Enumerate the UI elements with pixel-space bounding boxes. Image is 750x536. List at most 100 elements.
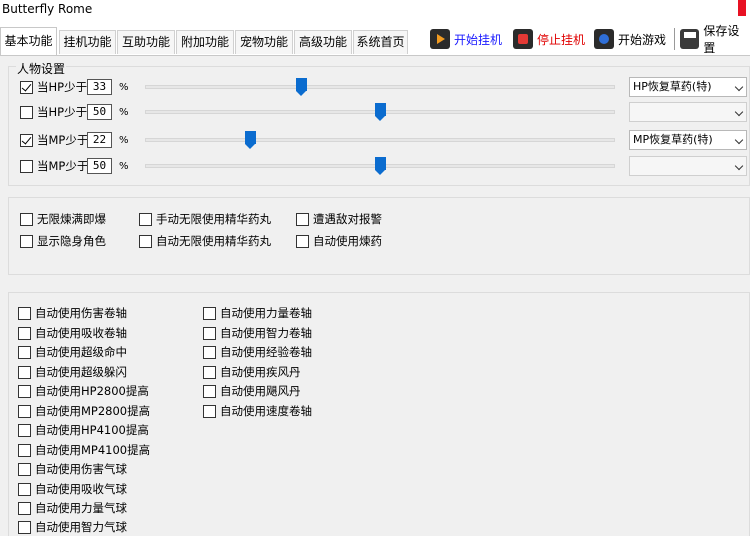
stop-icon (513, 29, 533, 49)
auto-item-label: 自动使用力量气球 (35, 501, 127, 515)
auto-item-checkbox[interactable] (18, 444, 31, 457)
auto-item-label: 自动使用超级命中 (35, 345, 127, 359)
option-checkbox[interactable] (296, 235, 309, 248)
auto-item-label: 自动使用智力卷轴 (220, 326, 312, 340)
hp-row-2-slider-thumb[interactable] (375, 103, 386, 121)
auto-item-checkbox[interactable] (203, 405, 216, 418)
hp-row-1-unit: % (119, 82, 129, 93)
auto-item-label: 自动使用吸收气球 (35, 482, 127, 496)
tab-advanced[interactable]: 高级功能 (294, 30, 352, 54)
auto-item-label: 自动使用MP2800提高 (35, 404, 151, 418)
tab-home[interactable]: 系统首页 (353, 30, 408, 54)
hp-row-1-slider[interactable] (145, 85, 615, 89)
chevron-down-icon (734, 82, 744, 92)
auto-item-label: 自动使用飓风丹 (220, 384, 301, 398)
auto-item-label: 自动使用速度卷轴 (220, 404, 312, 418)
mp-row-2-slider-thumb[interactable] (375, 157, 386, 175)
tab-pet[interactable]: 宠物功能 (235, 30, 293, 54)
auto-item-checkbox[interactable] (18, 307, 31, 320)
mp-row-2-value[interactable]: 50 (87, 158, 112, 174)
auto-item-checkbox[interactable] (18, 502, 31, 515)
mp-row-2-select[interactable] (629, 156, 747, 176)
option-checkbox[interactable] (139, 213, 152, 226)
auto-item-checkbox[interactable] (203, 307, 216, 320)
option-label: 手动无限使用精华药丸 (156, 212, 271, 226)
auto-item-label: 自动使用HP2800提高 (35, 384, 149, 398)
auto-item-checkbox[interactable] (18, 424, 31, 437)
auto-item-label: 自动使用力量卷轴 (220, 306, 312, 320)
option-checkbox[interactable] (296, 213, 309, 226)
mp-row-1-slider[interactable] (145, 138, 615, 142)
mp-row-1-checkbox[interactable] (20, 134, 33, 147)
auto-item-checkbox[interactable] (203, 346, 216, 359)
auto-item-label: 自动使用超级躲闪 (35, 365, 127, 379)
mp-row-1-label: 当MP少于 (37, 133, 89, 147)
save-icon (679, 29, 700, 49)
option-checkbox[interactable] (20, 235, 33, 248)
chevron-down-icon (734, 161, 744, 171)
option-label: 无限煉满即爆 (37, 212, 106, 226)
option-checkbox[interactable] (139, 235, 152, 248)
option-label: 自动使用煉药 (313, 234, 382, 248)
tab-extra[interactable]: 附加功能 (176, 30, 234, 54)
hp-row-1-label: 当HP少于 (37, 80, 88, 94)
start-game-button[interactable]: 开始游戏 (594, 26, 666, 52)
auto-item-label: 自动使用智力气球 (35, 520, 127, 534)
hp-row-1-select[interactable]: HP恢复草药(特) (629, 77, 747, 97)
auto-item-checkbox[interactable] (18, 463, 31, 476)
tab-basic[interactable]: 基本功能 (0, 27, 57, 55)
hp-row-2-checkbox[interactable] (20, 106, 33, 119)
hp-row-1-checkbox[interactable] (20, 81, 33, 94)
hp-row-2-unit: % (119, 107, 129, 118)
auto-item-label: 自动使用吸收卷轴 (35, 326, 127, 340)
auto-item-checkbox[interactable] (18, 385, 31, 398)
chevron-down-icon (734, 107, 744, 117)
option-label: 自动无限使用精华药丸 (156, 234, 271, 248)
hp-row-2-select[interactable] (629, 102, 747, 122)
start-hang-button[interactable]: 开始挂机 (430, 26, 502, 52)
auto-item-checkbox[interactable] (18, 521, 31, 534)
auto-item-checkbox[interactable] (18, 405, 31, 418)
start-hang-label: 开始挂机 (454, 32, 503, 47)
auto-item-checkbox[interactable] (18, 346, 31, 359)
hp-row-2-value[interactable]: 50 (87, 104, 112, 120)
game-icon (594, 29, 614, 49)
play-icon (430, 29, 450, 49)
mp-row-1-select[interactable]: MP恢复草药(特) (629, 130, 747, 150)
option-checkbox[interactable] (20, 213, 33, 226)
save-settings-button[interactable]: 保存设置 (674, 24, 750, 55)
save-settings-label: 保存设置 (703, 24, 740, 55)
mp-row-1-value[interactable]: 22 (87, 132, 112, 148)
stop-hang-label: 停止挂机 (537, 32, 586, 47)
auto-item-label: 自动使用HP4100提高 (35, 423, 149, 437)
toolbar-separator (674, 28, 675, 50)
tab-mutual[interactable]: 互助功能 (117, 30, 175, 54)
hp-row-2-label: 当HP少于 (37, 105, 88, 119)
mp-row-2-checkbox[interactable] (20, 160, 33, 173)
hp-row-1-slider-thumb[interactable] (296, 78, 307, 96)
title-bar: Butterfly Rome (0, 0, 750, 20)
hp-row-1-select-value: HP恢复草药(特) (633, 80, 712, 93)
window-title: Butterfly Rome (2, 2, 93, 16)
auto-item-checkbox[interactable] (203, 385, 216, 398)
tab-hang[interactable]: 挂机功能 (59, 30, 116, 54)
mp-row-2-label: 当MP少于 (37, 159, 89, 173)
chevron-down-icon (734, 135, 744, 145)
start-game-label: 开始游戏 (618, 32, 667, 47)
stop-hang-button[interactable]: 停止挂机 (513, 26, 585, 52)
hp-row-1-value[interactable]: 33 (87, 79, 112, 95)
mp-row-1-slider-thumb[interactable] (245, 131, 256, 149)
auto-item-checkbox[interactable] (18, 483, 31, 496)
auto-item-label: 自动使用经验卷轴 (220, 345, 312, 359)
auto-item-checkbox[interactable] (203, 327, 216, 340)
option-label: 遭遇敌对报警 (313, 212, 382, 226)
character-settings-legend: 人物设置 (16, 60, 67, 77)
auto-item-checkbox[interactable] (18, 366, 31, 379)
auto-item-label: 自动使用MP4100提高 (35, 443, 151, 457)
option-label: 显示隐身角色 (37, 234, 106, 248)
auto-item-checkbox[interactable] (18, 327, 31, 340)
mp-row-2-unit: % (119, 161, 129, 172)
close-icon[interactable] (738, 0, 746, 16)
mp-row-1-unit: % (119, 135, 129, 146)
auto-item-checkbox[interactable] (203, 366, 216, 379)
